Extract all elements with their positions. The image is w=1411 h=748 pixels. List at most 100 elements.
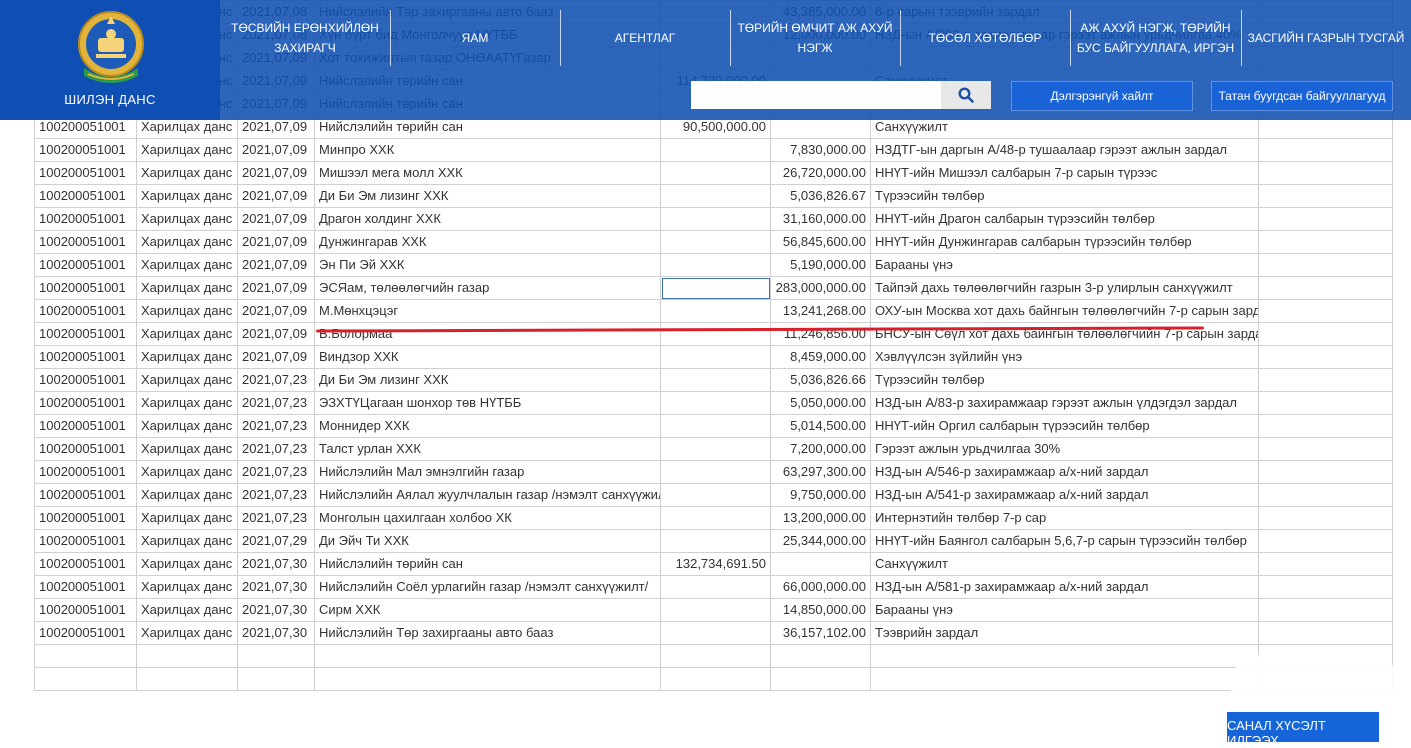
table-cell-income[interactable] xyxy=(660,276,771,300)
table-cell-expense: 36,157,102.00 xyxy=(770,621,871,645)
table-cell-acct: 100200051001 xyxy=(34,368,137,392)
advanced-search-button[interactable]: Дэлгэрэнгүй хайлт xyxy=(1011,81,1193,111)
table-cell-date: 2021,07,23 xyxy=(237,460,315,484)
table-row: 100200051001 Харилцах данс 2021,07,09 Минпр… xyxy=(34,138,1393,162)
table-cell-expense: 9,750,000.00 xyxy=(770,483,871,507)
table-cell-date: 2021,07,09 xyxy=(237,161,315,185)
table-cell-extra xyxy=(1258,575,1393,599)
table-cell-income xyxy=(660,391,771,415)
table-cell-desc: Интернэтийн төлбөр 7-р сар xyxy=(870,506,1259,530)
table-cell-desc: НЗД-ын А/541-р захирамжаар а/х-ний зарда… xyxy=(870,483,1259,507)
table-cell-desc: Барааны үнэ xyxy=(870,253,1259,277)
table-cell-acct: 100200051001 xyxy=(34,230,137,254)
table-row: 100200051001 Харилцах данс 2021,07,23 Талст… xyxy=(34,437,1393,461)
table-cell-expense: 63,297,300.00 xyxy=(770,460,871,484)
table-cell-desc: Тээврийн зардал xyxy=(870,621,1259,645)
table-cell-income xyxy=(660,414,771,438)
floating-overlay xyxy=(1230,655,1400,715)
table-cell-party: ЭЗХТҮЦагаан шонхор төв НҮТББ xyxy=(314,391,661,415)
table-cell-desc: ОХУ-ын Москва хот дахь байнгын төлөөлөгч… xyxy=(870,299,1259,323)
table-cell-extra xyxy=(1258,368,1393,392)
search-button[interactable] xyxy=(941,81,991,109)
table-cell-type: Харилцах данс xyxy=(136,506,238,530)
search-input[interactable] xyxy=(691,81,941,109)
table-cell-date: 2021,07,09 xyxy=(237,299,315,323)
table-cell-empty xyxy=(770,644,871,668)
table-cell-party: Нийслэлийн Аялал жуулчлалын газар /нэмэл… xyxy=(314,483,661,507)
table-cell-acct: 100200051001 xyxy=(34,207,137,231)
table-row: 100200051001 Харилцах данс 2021,07,09 Дунжи… xyxy=(34,230,1393,254)
table-cell-expense: 5,036,826.66 xyxy=(770,368,871,392)
table-cell-desc: НЗД-ын А/546-р захирамжаар а/х-ний зарда… xyxy=(870,460,1259,484)
table-cell-expense: 7,200,000.00 xyxy=(770,437,871,461)
table-cell-acct: 100200051001 xyxy=(34,529,137,553)
table-cell-type: Харилцах данс xyxy=(136,460,238,484)
table-cell-expense: 11,246,856.00 xyxy=(770,322,871,346)
table-cell-date: 2021,07,23 xyxy=(237,368,315,392)
table-cell-date: 2021,07,29 xyxy=(237,529,315,553)
table-cell-income xyxy=(660,207,771,231)
table-cell-type: Харилцах данс xyxy=(136,483,238,507)
table-cell-expense: 7,830,000.00 xyxy=(770,138,871,162)
table-cell-empty xyxy=(660,667,771,691)
table-cell-party: Эн Пи Эй ХХК xyxy=(314,253,661,277)
table-cell-party: Нийслэлийн Төр захиргааны авто бааз xyxy=(314,621,661,645)
table-cell-party: ЭСЯам, төлөөлөгчийн газар xyxy=(314,276,661,300)
table-cell-desc: НЗДТГ-ын даргын А/48-р тушаалаар гэрээт … xyxy=(870,138,1259,162)
table-cell-income xyxy=(660,184,771,208)
logo-title: ШИЛЭН ДАНС xyxy=(64,92,156,107)
nav-budget-governor[interactable]: ТӨСВИЙН ЕРӨНХИЙЛӨН ЗАХИРАГЧ xyxy=(220,10,391,66)
table-row: 100200051001 Харилцах данс 2021,07,29 Ди Эй… xyxy=(34,529,1393,553)
table-cell-type: Харилцах данс xyxy=(136,184,238,208)
table-cell-party: Нийслэлийн Соёл урлагийн газар /нэмэлт с… xyxy=(314,575,661,599)
table-cell-acct: 100200051001 xyxy=(34,598,137,622)
table-row: 100200051001 Харилцах данс 2021,07,30 Нийсл… xyxy=(34,575,1393,599)
table-cell-acct: 100200051001 xyxy=(34,299,137,323)
table-cell-extra xyxy=(1258,391,1393,415)
table-cell-income xyxy=(660,253,771,277)
table-cell-date: 2021,07,23 xyxy=(237,391,315,415)
table-cell-desc: ННҮТ-ийн Дунжингарав салбарын түрээсийн … xyxy=(870,230,1259,254)
table-cell-type: Харилцах данс xyxy=(136,345,238,369)
table-cell-desc: Тайпэй дахь төлөөлөгчийн газрын 3-р улир… xyxy=(870,276,1259,300)
table-cell-income xyxy=(660,138,771,162)
table-cell-date: 2021,07,09 xyxy=(237,184,315,208)
dissolved-orgs-button[interactable]: Татан буугдсан байгууллагууд xyxy=(1211,81,1393,111)
table-cell-acct: 100200051001 xyxy=(34,575,137,599)
table-cell-extra xyxy=(1258,276,1393,300)
table-cell-desc: ННҮТ-ийн Баянгол салбарын 5,6,7-р сарын … xyxy=(870,529,1259,553)
nav-business-ngo[interactable]: АЖ АХУЙ НЭГЖ, ТӨРИЙН БУС БАЙГУУЛЛАГА, ИРГ… xyxy=(1070,10,1242,66)
table-cell-party: Нийслэлийн Мал эмнэлгийн газар xyxy=(314,460,661,484)
table-cell-extra xyxy=(1258,437,1393,461)
table-cell-expense: 14,850,000.00 xyxy=(770,598,871,622)
logo[interactable]: ШИЛЭН ДАНС xyxy=(0,0,220,120)
nav-projects[interactable]: ТӨСӨЛ ХӨТӨЛБӨР xyxy=(900,10,1071,66)
table-cell-income xyxy=(660,437,771,461)
table-cell-acct: 100200051001 xyxy=(34,437,137,461)
table-cell-acct: 100200051001 xyxy=(34,483,137,507)
feedback-button[interactable]: САНАЛ ХҮСЭЛТ ИЛГЭЭХ xyxy=(1227,712,1379,748)
nav-ministry[interactable]: ЯАМ xyxy=(390,10,561,66)
nav-state-enterprise[interactable]: ТӨРИЙН ӨМЧИТ АЖ АХУЙ НЭГЖ xyxy=(730,10,901,66)
table-empty-row xyxy=(34,644,1393,668)
table-row: 100200051001 Харилцах данс 2021,07,09 Мишээ… xyxy=(34,161,1393,185)
table-cell-party: Ди Би Эм лизинг ХХК xyxy=(314,368,661,392)
table-cell-acct: 100200051001 xyxy=(34,138,137,162)
table-cell-type: Харилцах данс xyxy=(136,161,238,185)
table-cell-date: 2021,07,23 xyxy=(237,506,315,530)
nav-government-special[interactable]: ЗАСГИЙН ГАЗРЫН ТУСГАЙ xyxy=(1241,10,1411,66)
nav-agency[interactable]: АГЕНТЛАГ xyxy=(560,10,731,66)
table-cell-acct: 100200051001 xyxy=(34,391,137,415)
table-cell-desc: ННҮТ-ийн Мишээл салбарын 7-р сарын түрээ… xyxy=(870,161,1259,185)
table-cell-empty xyxy=(237,667,315,691)
table-cell-income xyxy=(660,621,771,645)
search-icon xyxy=(958,87,974,103)
table-cell-extra xyxy=(1258,138,1393,162)
table-cell-party: Мишээл мега молл ХХК xyxy=(314,161,661,185)
table-cell-extra xyxy=(1258,621,1393,645)
table-cell-date: 2021,07,23 xyxy=(237,483,315,507)
table-cell-empty xyxy=(34,644,137,668)
table-cell-empty xyxy=(314,667,661,691)
table-cell-expense: 13,241,268.00 xyxy=(770,299,871,323)
table-cell-type: Харилцах данс xyxy=(136,529,238,553)
